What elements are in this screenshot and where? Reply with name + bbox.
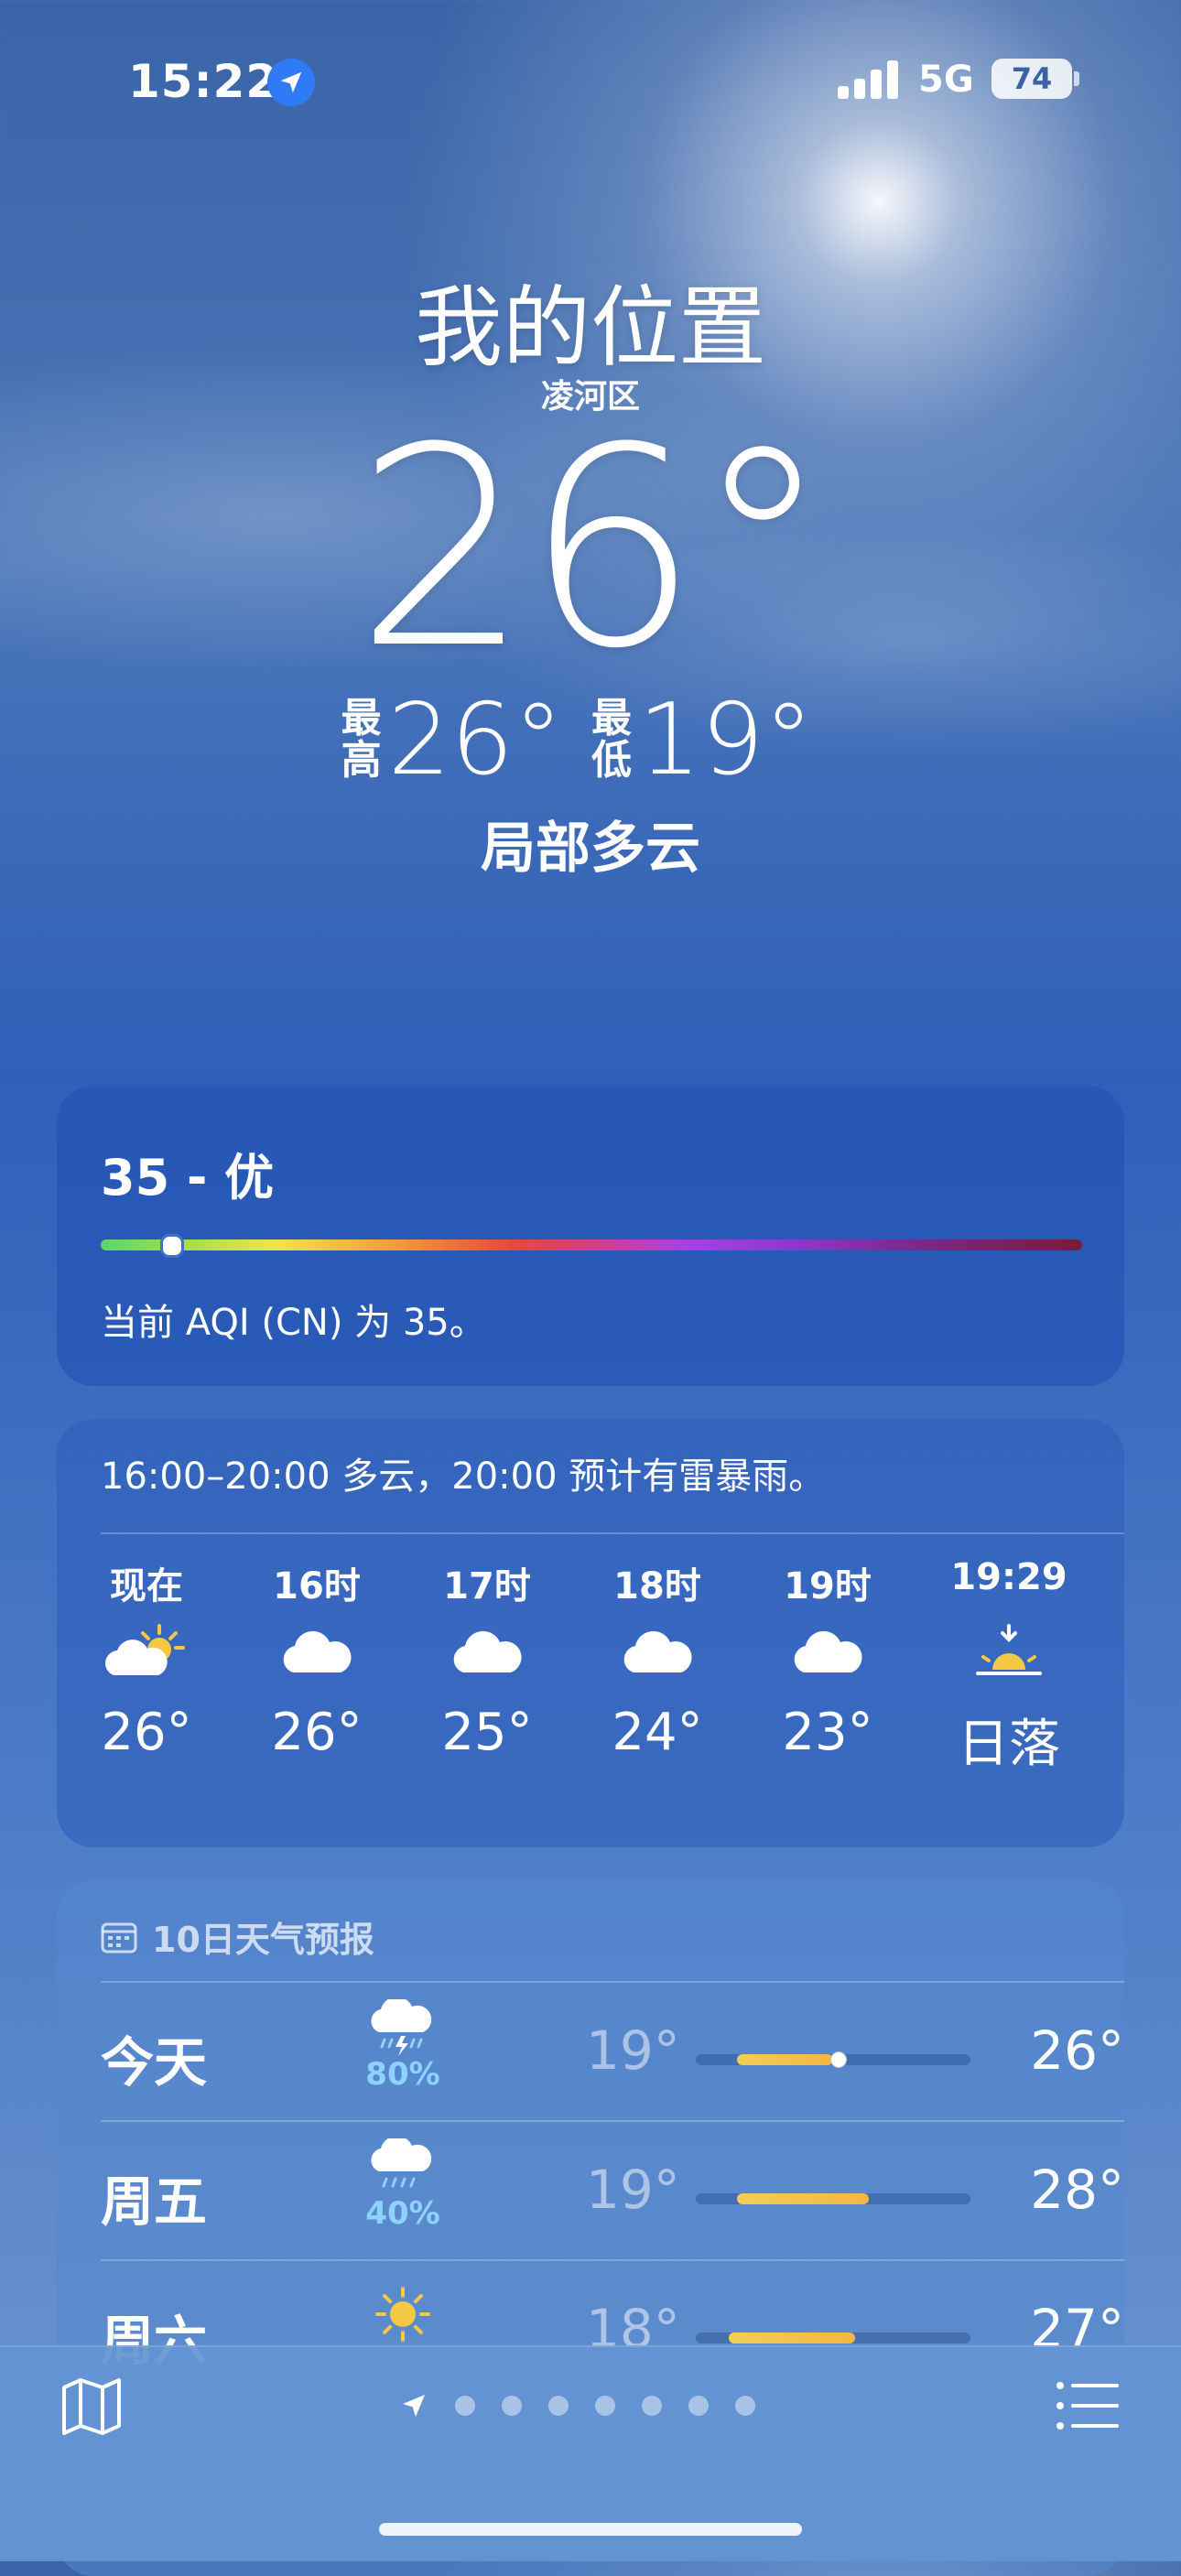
aqi-title: 35 - 优: [101, 1149, 275, 1207]
page-dot[interactable]: [688, 2396, 709, 2416]
sunset-icon: [936, 1611, 1082, 1694]
battery-indicator: 74: [991, 59, 1072, 99]
aqi-card[interactable]: 35 - 优 当前 AQI (CN) 为 35。: [57, 1086, 1124, 1386]
forecast-header-label: 10日天气预报: [152, 1920, 374, 1960]
hour-temp: 25°: [441, 1703, 533, 1762]
forecast-high: 28°: [1030, 2159, 1124, 2221]
map-button[interactable]: [59, 2373, 125, 2439]
cloud-icon: [584, 1611, 731, 1694]
high-low-row: 最高 26° 最低 19°: [0, 683, 1181, 797]
hour-item: 17时 25°: [414, 1556, 560, 1762]
hour-item-sunset: 19:29 日落: [936, 1556, 1082, 1777]
list-button[interactable]: [1055, 2376, 1121, 2435]
forecast-day: 周五: [101, 2170, 208, 2233]
hour-label: 16时: [273, 1565, 361, 1607]
forecast-low: 19°: [586, 2159, 680, 2221]
precipitation-chance: 40%: [365, 2195, 440, 2232]
forecast-header: 10日天气预报: [101, 1911, 374, 1962]
forecast-low: 19°: [586, 2019, 680, 2082]
high-value: 26°: [387, 682, 563, 797]
condition-text: 局部多云: [481, 817, 700, 881]
home-indicator[interactable]: [379, 2523, 802, 2536]
page-indicator[interactable]: [399, 2387, 755, 2424]
hour-item: 19时 23°: [754, 1556, 901, 1762]
location-arrow-icon: [267, 59, 315, 106]
page-dot[interactable]: [455, 2396, 475, 2416]
hour-item: 现在 26°: [73, 1556, 220, 1762]
calendar-icon: [101, 1922, 137, 1953]
temperature-range-bar: [696, 2332, 970, 2343]
hourly-forecast-card[interactable]: 16:00–20:00 多云，20:00 预计有雷暴雨。 现在 26° 16时 …: [57, 1419, 1124, 1847]
hourly-summary: 16:00–20:00 多云，20:00 预计有雷暴雨。: [101, 1456, 826, 1498]
current-temp-marker: [830, 2051, 847, 2068]
forecast-day: 今天: [101, 2031, 208, 2094]
cloud-icon: [754, 1611, 901, 1694]
battery-level: 74: [1011, 61, 1053, 96]
cloud-icon: [244, 1611, 390, 1694]
precipitation-chance: 80%: [365, 2056, 440, 2093]
hour-temp: 23°: [782, 1703, 873, 1762]
hour-label: 19时: [784, 1565, 872, 1607]
location-arrow-icon[interactable]: [399, 2391, 428, 2420]
list-icon: [1056, 2382, 1119, 2430]
sunset-label: 日落: [958, 1715, 1060, 1774]
current-temperature: 26°: [355, 389, 831, 709]
network-type: 5G: [918, 59, 974, 101]
high-label: 最高: [341, 695, 382, 784]
aqi-description: 当前 AQI (CN) 为 35。: [101, 1302, 486, 1344]
low-label: 最低: [591, 695, 632, 784]
partly-sunny-icon: [73, 1611, 220, 1694]
battery-tip: [1074, 71, 1079, 86]
temperature-range-fill: [729, 2332, 855, 2343]
location-title: 我的位置: [415, 276, 766, 379]
page-dot[interactable]: [642, 2396, 662, 2416]
temperature-range-bar: [696, 2193, 970, 2204]
hour-item: 16时 26°: [244, 1556, 390, 1762]
forecast-high: 26°: [1030, 2019, 1124, 2082]
thunderstorm-rain-icon: 80%: [357, 1997, 449, 2093]
temperature-range-fill: [737, 2054, 833, 2065]
forecast-row[interactable]: 今天 80% 19° 26°: [101, 1983, 1124, 2120]
page-dot[interactable]: [735, 2396, 755, 2416]
sun-icon: [357, 2285, 449, 2342]
hour-label: 18时: [613, 1565, 701, 1607]
hour-temp: 26°: [271, 1703, 363, 1762]
aqi-indicator: [160, 1234, 185, 1258]
page-dot[interactable]: [595, 2396, 615, 2416]
rain-icon: 40%: [357, 2136, 449, 2232]
map-icon: [62, 2378, 121, 2435]
forecast-row[interactable]: 周五 40% 19° 28°: [101, 2122, 1124, 2259]
hour-label: 19:29: [950, 1556, 1067, 1598]
page-dot[interactable]: [502, 2396, 522, 2416]
divider: [101, 1532, 1124, 1534]
temperature-range-fill: [737, 2193, 869, 2204]
hour-temp: 26°: [101, 1703, 192, 1762]
page-dot[interactable]: [548, 2396, 569, 2416]
low-value: 19°: [638, 682, 814, 797]
aqi-scale-bar: [101, 1239, 1082, 1250]
hour-item: 18时 24°: [584, 1556, 731, 1762]
temperature-range-bar: [696, 2051, 970, 2068]
hour-label: 现在: [110, 1565, 183, 1607]
signal-strength-icon: [838, 60, 898, 99]
hour-label: 17时: [443, 1565, 531, 1607]
hour-temp: 24°: [612, 1703, 703, 1762]
status-time: 15:22: [128, 55, 279, 108]
cloud-icon: [414, 1611, 560, 1694]
